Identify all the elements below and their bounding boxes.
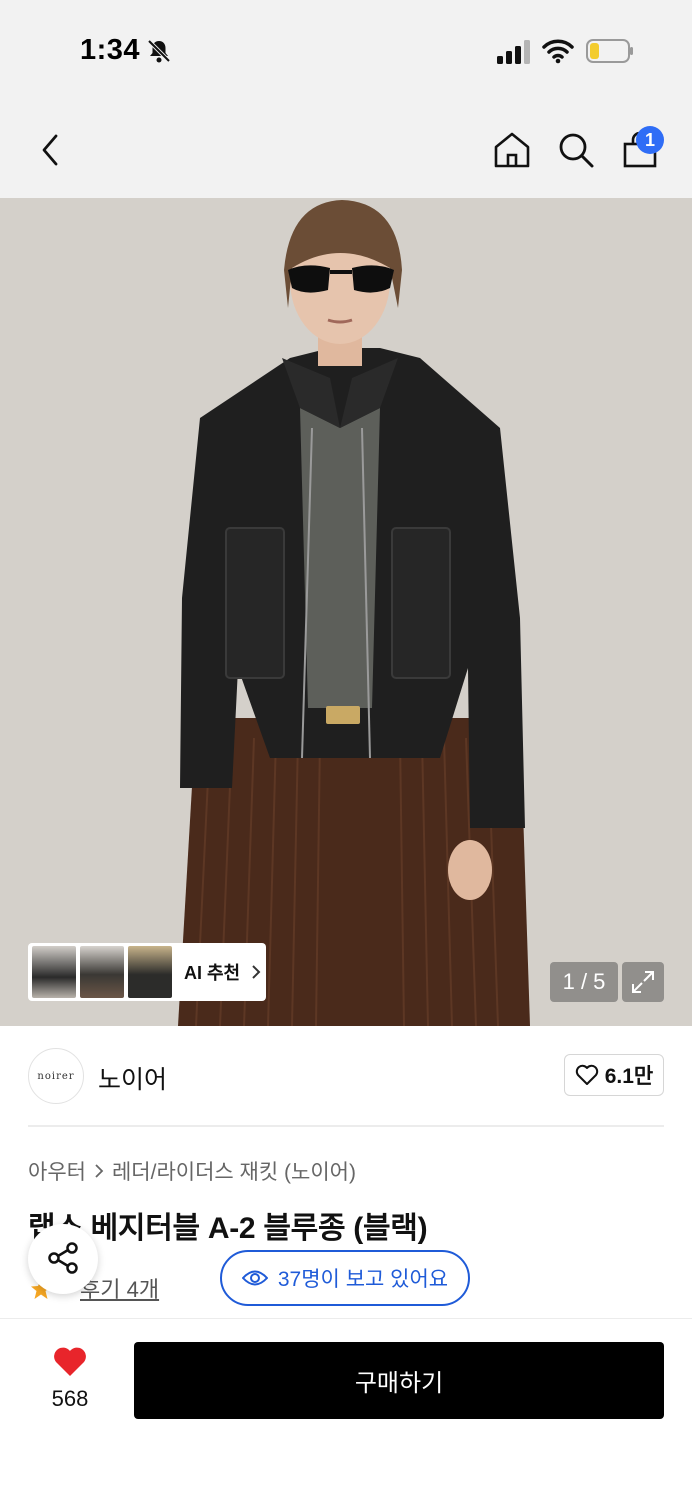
product-image[interactable] (0, 198, 692, 1026)
brand-logo[interactable]: noirer (28, 1048, 84, 1104)
search-icon[interactable] (556, 130, 596, 170)
eye-icon (241, 1270, 268, 1286)
ai-thumbnail-1 (32, 946, 76, 998)
brand-like-button[interactable]: 6.1만 (564, 1054, 664, 1096)
heart-filled-icon[interactable] (52, 1346, 88, 1378)
buy-button[interactable]: 구매하기 (134, 1342, 664, 1419)
expand-image-button[interactable] (622, 962, 664, 1002)
viewers-text: 37명이 보고 있어요 (277, 1268, 449, 1291)
favorite-count: 568 (51, 1386, 89, 1411)
viewers-badge: 37명이 보고 있어요 (220, 1250, 470, 1306)
breadcrumb-subcategory[interactable]: 레더/라이더스 재킷 (노이어) (112, 1156, 356, 1186)
section-divider (28, 1125, 664, 1127)
breadcrumb: 아우터 레더/라이더스 재킷 (노이어) (28, 1156, 356, 1186)
signal-icon (497, 40, 530, 64)
bell-off-icon (147, 39, 171, 63)
brand-like-count: 6.1만 (604, 1065, 654, 1088)
share-button[interactable] (28, 1224, 98, 1294)
heart-outline-icon (575, 1064, 598, 1085)
back-icon[interactable] (36, 130, 66, 170)
breadcrumb-category[interactable]: 아우터 (28, 1156, 86, 1186)
share-icon (48, 1242, 78, 1274)
wifi-icon (542, 39, 574, 64)
ai-thumbnail-3 (128, 946, 172, 998)
chevron-right-icon (252, 965, 261, 979)
cart-count-badge: 1 (636, 126, 664, 154)
ai-thumbnail-2 (80, 946, 124, 998)
product-photo-illustration (0, 198, 692, 1026)
ai-recommend-label: AI 추천 (184, 963, 241, 983)
ai-recommend-chip[interactable]: AI 추천 (28, 943, 266, 1001)
battery-icon (586, 39, 633, 63)
brand-name[interactable]: 노이어 (98, 1060, 167, 1096)
chevron-right-icon (95, 1164, 104, 1178)
expand-icon (632, 971, 654, 993)
status-time: 1:34 (80, 34, 141, 66)
home-icon[interactable] (492, 130, 532, 170)
image-page-indicator: 1 / 5 (550, 962, 618, 1002)
